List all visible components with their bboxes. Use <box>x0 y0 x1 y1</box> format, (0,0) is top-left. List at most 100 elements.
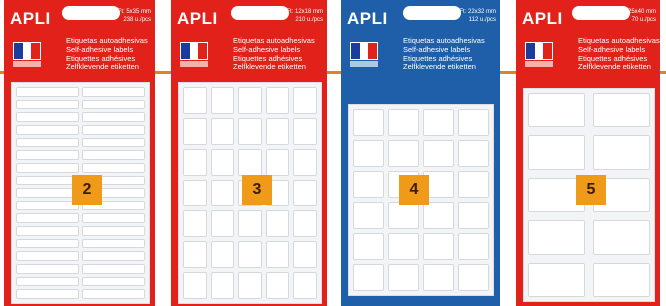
size-info: Ft: 25x40 mm 70 u./pcs <box>616 8 656 24</box>
label-cell <box>82 124 145 135</box>
label-pack-3: APLI Ft: 12x18 mm 210 u./pcs Etiquetas a… <box>171 0 327 306</box>
number-badge: 5 <box>576 175 606 205</box>
label-cell <box>16 87 79 97</box>
label-cell <box>265 117 290 145</box>
label-cell <box>183 87 207 114</box>
label-cell <box>210 148 235 176</box>
label-cell <box>16 289 79 299</box>
label-cell <box>183 272 207 299</box>
label-cell <box>82 238 145 249</box>
label-cell <box>16 226 79 236</box>
label-cell <box>16 137 79 148</box>
count-text: 70 u./pcs <box>631 17 656 23</box>
label-cell <box>388 109 419 136</box>
label-cell <box>183 179 207 207</box>
brand-logo: APLI <box>347 9 388 28</box>
label-cell <box>265 210 290 238</box>
description-line: Zelfklevende etiketten <box>403 62 476 72</box>
label-cell <box>16 124 79 135</box>
hang-hole <box>231 6 289 20</box>
hang-hole <box>403 6 461 20</box>
size-text: Ft: 5x35 mm <box>117 9 151 15</box>
label-cell <box>16 251 79 262</box>
label-cell <box>82 137 145 148</box>
size-text: Ft: 12x18 mm <box>286 9 323 15</box>
label-cell <box>82 289 145 299</box>
label-cell <box>16 112 79 122</box>
label-cell <box>210 272 235 299</box>
label-cell <box>353 140 384 167</box>
label-cell <box>593 135 650 170</box>
label-cell <box>82 226 145 236</box>
label-cell <box>293 148 317 176</box>
label-cell <box>423 202 454 229</box>
france-flag-icon <box>180 42 208 60</box>
label-cell <box>293 272 317 299</box>
label-cell <box>293 87 317 114</box>
label-cell <box>353 202 384 229</box>
label-cell <box>210 210 235 238</box>
label-cell <box>82 162 145 173</box>
count-text: 112 u./pcs <box>468 17 496 23</box>
label-cell <box>210 179 235 207</box>
label-cell <box>458 109 489 136</box>
label-cell <box>423 140 454 167</box>
label-cell <box>593 220 650 255</box>
number-badge: 2 <box>72 175 102 205</box>
france-flag-icon <box>525 42 553 60</box>
label-cell <box>183 210 207 238</box>
label-cell <box>16 264 79 274</box>
label-cell <box>458 233 489 260</box>
description-line: Zelfklevende etiketten <box>233 62 306 72</box>
label-cell <box>82 99 145 110</box>
label-cell <box>238 87 262 114</box>
label-cell <box>265 148 290 176</box>
size-text: Ft: 22x32 mm <box>459 9 496 15</box>
label-cell <box>528 262 585 297</box>
label-cell <box>82 112 145 122</box>
label-cell <box>82 213 145 224</box>
france-flag-icon <box>13 42 41 60</box>
label-cell <box>82 264 145 274</box>
label-cell <box>265 272 290 299</box>
label-cell <box>458 171 489 198</box>
label-cell <box>388 233 419 260</box>
label-cell <box>183 117 207 145</box>
label-cell <box>238 148 262 176</box>
label-cell <box>16 200 79 211</box>
size-info: Ft: 12x18 mm 210 u./pcs <box>283 8 323 24</box>
label-cell <box>528 220 585 255</box>
label-cell <box>210 117 235 145</box>
description-lines: Etiquetas autoadhesivas Self-adhesive la… <box>233 36 315 72</box>
label-cell <box>293 241 317 269</box>
label-cell <box>293 117 317 145</box>
label-cell <box>265 87 290 114</box>
description-line: Zelfklevende etiketten <box>578 62 651 72</box>
label-cell <box>458 140 489 167</box>
made-in-france-mark <box>13 61 41 67</box>
label-cell <box>593 93 650 128</box>
label-cell <box>210 87 235 114</box>
label-cell <box>458 202 489 229</box>
label-cell <box>82 251 145 262</box>
brand-logo: APLI <box>177 9 218 28</box>
label-cell <box>16 213 79 224</box>
label-pack-4: APLI Ft: 22x32 mm 112 u./pcs Etiquetas a… <box>341 0 500 306</box>
label-cell <box>183 241 207 269</box>
number-badge: 4 <box>399 175 429 205</box>
label-pack-5: APLI Ft: 25x40 mm 70 u./pcs Etiquetas au… <box>516 0 660 306</box>
made-in-france-mark <box>525 61 553 67</box>
label-cell <box>238 117 262 145</box>
label-cell <box>423 109 454 136</box>
label-cell <box>16 276 79 287</box>
label-cell <box>238 241 262 269</box>
label-cell <box>593 262 650 297</box>
size-text: Ft: 25x40 mm <box>619 9 656 15</box>
label-cell <box>353 233 384 260</box>
label-cell <box>353 109 384 136</box>
label-cell <box>238 272 262 299</box>
label-cell <box>388 140 419 167</box>
made-in-france-mark <box>180 61 208 67</box>
size-info: Ft: 5x35 mm 238 u./pcs <box>111 8 151 24</box>
label-cell <box>82 87 145 97</box>
